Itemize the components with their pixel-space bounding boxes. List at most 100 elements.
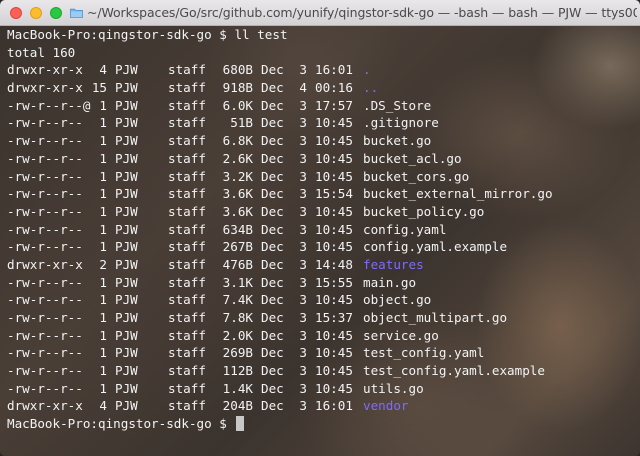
listing-size: 2.6K	[222, 150, 253, 166]
listing-perm: -rw-r--r--	[7, 380, 83, 396]
listing-owner: PJW	[115, 80, 138, 96]
listing-row: -rw-r--r-- 1 PJW staff 269B Dec 3 10:45 test_con…	[7, 344, 553, 362]
listing-day: 4	[299, 80, 307, 96]
listing-row: -rw-r--r-- 1 PJW staff 112B Dec 3 10:45 test_con…	[7, 362, 553, 380]
listing-size: 51B	[230, 115, 253, 131]
listing-day: 3	[299, 62, 307, 78]
listing-owner: PJW	[115, 256, 138, 272]
terminal-content[interactable]: MacBook-Pro:qingstor-sdk-go $ ll test to…	[0, 26, 640, 456]
listing-perm: -rw-r--r--	[7, 133, 83, 149]
listing-links: 1	[99, 203, 107, 219]
listing-month: Dec	[261, 115, 284, 131]
listing-row: drwxr-xr-x 4 PJW staff 680B Dec 3 16:01.	[7, 61, 553, 79]
listing-day: 3	[299, 256, 307, 272]
listing-owner: PJW	[115, 62, 138, 78]
listing-time: 10:45	[315, 115, 353, 131]
minimize-icon[interactable]	[30, 7, 42, 19]
listing-links: 1	[99, 292, 107, 308]
cursor	[236, 416, 245, 432]
listing-size: 269B	[222, 345, 253, 361]
listing-day: 3	[299, 97, 307, 113]
listing-month: Dec	[261, 221, 284, 237]
listing-links: 1	[99, 186, 107, 202]
listing-day: 3	[299, 274, 307, 290]
listing-owner: PJW	[115, 203, 138, 219]
listing-row: -rw-r--r-- 1 PJW staff 6.8K Dec 3 10:45 bucket.g…	[7, 132, 553, 150]
listing-links: 1	[99, 363, 107, 379]
listing-perm: -rw-r--r--	[7, 221, 83, 237]
listing-size: 267B	[222, 239, 253, 255]
listing-size: 112B	[222, 363, 253, 379]
listing-perm: -rw-r--r--	[7, 345, 83, 361]
listing-time: 10:45	[315, 292, 353, 308]
terminal-window: ~/Workspaces/Go/src/github.com/yunify/qi…	[0, 0, 640, 456]
listing-time: 10:45	[315, 150, 353, 166]
listing-month: Dec	[261, 310, 284, 325]
listing-owner: PJW	[115, 345, 138, 361]
listing-owner: PJW	[115, 380, 138, 396]
folder-icon	[70, 8, 83, 18]
listing-group: staff	[168, 345, 206, 361]
listing-links: 1	[99, 274, 107, 290]
listing-perm: -rw-r--r--	[7, 203, 83, 219]
listing-day: 3	[299, 221, 307, 237]
listing-owner: PJW	[115, 292, 138, 308]
listing-name: config.yaml.example	[363, 239, 508, 255]
listing-time: 10:45	[315, 239, 353, 255]
listing-size: 7.4K	[222, 292, 253, 308]
listing-owner: PJW	[115, 97, 138, 113]
listing-size: 3.2K	[222, 168, 253, 184]
close-icon[interactable]	[10, 7, 22, 19]
listing-name: test_config.yaml.example	[363, 363, 545, 379]
listing-links: 1	[99, 133, 107, 149]
listing-time: 16:01	[315, 62, 353, 78]
listing-owner: PJW	[115, 150, 138, 166]
listing-links: 1	[99, 97, 107, 113]
listing-month: Dec	[261, 80, 284, 96]
listing-links: 1	[99, 239, 107, 255]
listing-group: staff	[168, 380, 206, 396]
listing-month: Dec	[261, 133, 284, 149]
listing-time: 15:55	[315, 274, 353, 290]
listing-month: Dec	[261, 239, 284, 255]
listing-perm: drwxr-xr-x	[7, 256, 83, 272]
listing-perm: -rw-r--r--	[7, 310, 83, 325]
listing-perm: -rw-r--r--	[7, 186, 83, 202]
listing-owner: PJW	[115, 327, 138, 343]
listing-size: 7.8K	[222, 310, 253, 325]
listing-group: staff	[168, 292, 206, 308]
listing-name: .DS_Store	[363, 97, 432, 113]
listing-name: features	[363, 256, 424, 272]
listing-row: -rw-r--r-- 1 PJW staff 3.1K Dec 3 15:55 main.go	[7, 274, 553, 292]
listing-group: staff	[168, 62, 206, 78]
listing-name: bucket_external_mirror.go	[363, 186, 553, 202]
listing-name: .	[363, 62, 371, 78]
listing-perm: -rw-r--r--	[7, 274, 83, 290]
listing-day: 3	[299, 115, 307, 131]
listing-month: Dec	[261, 186, 284, 202]
listing-time: 10:45	[315, 168, 353, 184]
listing-row: -rw-r--r-- 1 PJW staff 634B Dec 3 10:45 config.y…	[7, 221, 553, 239]
listing-row: -rw-r--r--@ 1 PJW staff 6.0K Dec 3 17:57 .DS_Sto…	[7, 97, 553, 115]
title-bar[interactable]: ~/Workspaces/Go/src/github.com/yunify/qi…	[0, 0, 640, 26]
maximize-icon[interactable]	[50, 7, 62, 19]
listing-day: 3	[299, 310, 307, 325]
listing-month: Dec	[261, 274, 284, 290]
listing-owner: PJW	[115, 168, 138, 184]
listing-day: 3	[299, 398, 307, 414]
listing-owner: PJW	[115, 133, 138, 149]
listing-time: 14:48	[315, 256, 353, 272]
listing-month: Dec	[261, 62, 284, 78]
listing-time: 10:45	[315, 345, 353, 361]
listing-row: -rw-r--r-- 1 PJW staff 51B Dec 3 10:45 .gitignor…	[7, 114, 553, 132]
listing-month: Dec	[261, 97, 284, 113]
listing-size: 634B	[222, 221, 253, 237]
listing-row: -rw-r--r-- 1 PJW staff 2.0K Dec 3 10:45 service.…	[7, 327, 553, 345]
listing-owner: PJW	[115, 274, 138, 290]
prompt-line[interactable]: MacBook-Pro:qingstor-sdk-go $	[7, 415, 553, 433]
listing-links: 2	[99, 256, 107, 272]
listing-group: staff	[168, 398, 206, 414]
listing-row: -rw-r--r-- 1 PJW staff 2.6K Dec 3 10:45 bucket_a…	[7, 150, 553, 168]
listing-time: 10:45	[315, 203, 353, 219]
listing-row: -rw-r--r-- 1 PJW staff 7.8K Dec 3 15:37 object_m…	[7, 309, 553, 327]
